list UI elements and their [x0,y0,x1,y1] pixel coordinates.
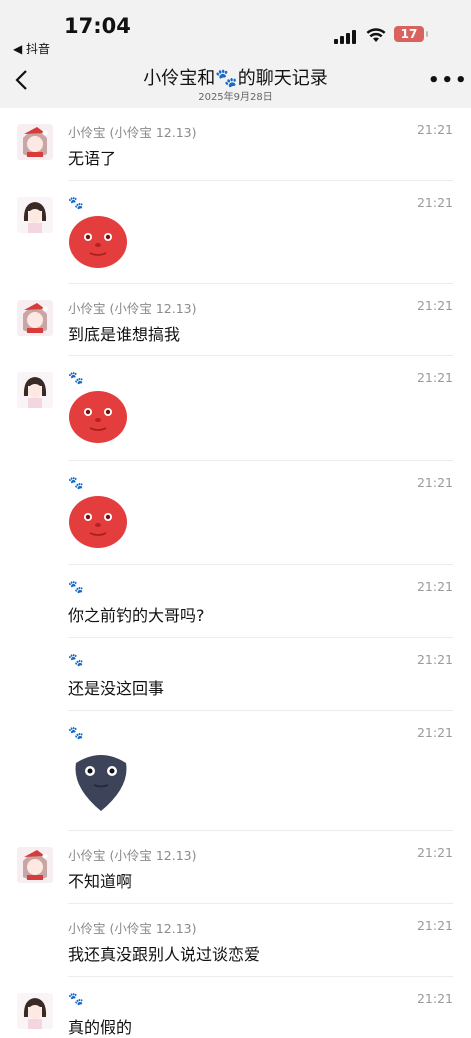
sender-name: 🐾 [68,725,84,740]
message-item[interactable]: 🐾 21:21 你之前钓的大哥吗? [0,565,471,638]
message-item[interactable]: 🐾 21:21 [0,461,471,565]
message-item[interactable]: 小伶宝 (小伶宝 12.13) 21:21 我还真没跟别人说过谈恋爱 [0,904,471,977]
sender-name: 🐾 [68,475,84,490]
battery-indicator: 17 [394,26,428,42]
avatar-paw-user[interactable] [17,372,53,408]
message-time: 21:21 [416,370,453,385]
top-bar: 17:04 ◀ 抖音 17 小伶宝和🐾的聊天记录 2025年9月28日 ••• [0,0,471,108]
message-text: 不知道啊 [68,872,133,891]
avatar-xiaolingbao[interactable] [17,300,53,336]
sender-name: 小伶宝 (小伶宝 12.13) [68,848,197,863]
chat-record-date: 2025年9月28日 [198,92,273,103]
message-time: 21:21 [416,652,453,667]
sender-name: 小伶宝 (小伶宝 12.13) [68,125,197,140]
avatar-xiaolingbao[interactable] [17,124,53,160]
more-options-icon[interactable]: ••• [428,70,469,91]
message-time: 21:21 [416,991,453,1006]
sender-name: 小伶宝 (小伶宝 12.13) [68,921,197,936]
message-time: 21:21 [416,579,453,594]
message-text: 我还真没跟别人说过谈恋爱 [68,945,261,964]
message-time: 21:21 [416,918,453,933]
red-face-sticker[interactable] [68,390,128,448]
sender-name: 小伶宝 (小伶宝 12.13) [68,301,197,316]
sender-name: 🐾 [68,652,84,667]
sender-name: 🐾 [68,579,84,594]
dark-face-sticker[interactable] [72,751,130,817]
message-item[interactable]: 🐾 21:21 [0,711,471,831]
avatar-xiaolingbao[interactable] [17,847,53,883]
message-text: 到底是谁想搞我 [68,325,181,344]
red-face-sticker[interactable] [68,495,128,553]
message-text: 还是没这回事 [68,679,165,698]
chat-record-title: 小伶宝和🐾的聊天记录 [143,68,328,89]
avatar-paw-user[interactable] [17,197,53,233]
message-item[interactable]: 🐾 21:21 还是没这回事 [0,638,471,711]
sender-name: 🐾 [68,991,84,1006]
message-item[interactable]: 小伶宝 (小伶宝 12.13) 21:21 到底是谁想搞我 [0,284,471,356]
message-time: 21:21 [416,845,453,860]
message-text: 真的假的 [68,1018,133,1037]
message-text: 无语了 [68,149,117,168]
sender-name: 🐾 [68,370,84,385]
message-time: 21:21 [416,195,453,210]
message-time: 21:21 [416,475,453,490]
red-face-sticker[interactable] [68,215,128,273]
message-list: 小伶宝 (小伶宝 12.13) 21:21 无语了 🐾 21:21 小伶宝 (小… [0,108,471,1037]
message-item[interactable]: 小伶宝 (小伶宝 12.13) 21:21 不知道啊 [0,831,471,904]
wifi-icon [366,24,386,48]
message-item[interactable]: 小伶宝 (小伶宝 12.13) 21:21 无语了 [0,108,471,181]
status-time: 17:04 [64,14,131,38]
signal-icon [334,30,360,44]
sender-name: 🐾 [68,195,84,210]
message-time: 21:21 [416,725,453,740]
message-text: 你之前钓的大哥吗? [68,606,205,625]
message-item[interactable]: 🐾 21:21 [0,181,471,284]
message-time: 21:21 [416,122,453,137]
back-to-app-link[interactable]: ◀ 抖音 [13,40,50,57]
message-time: 21:21 [416,298,453,313]
message-item[interactable]: 🐾 21:21 真的假的 [0,977,471,1037]
message-item[interactable]: 🐾 21:21 [0,356,471,461]
